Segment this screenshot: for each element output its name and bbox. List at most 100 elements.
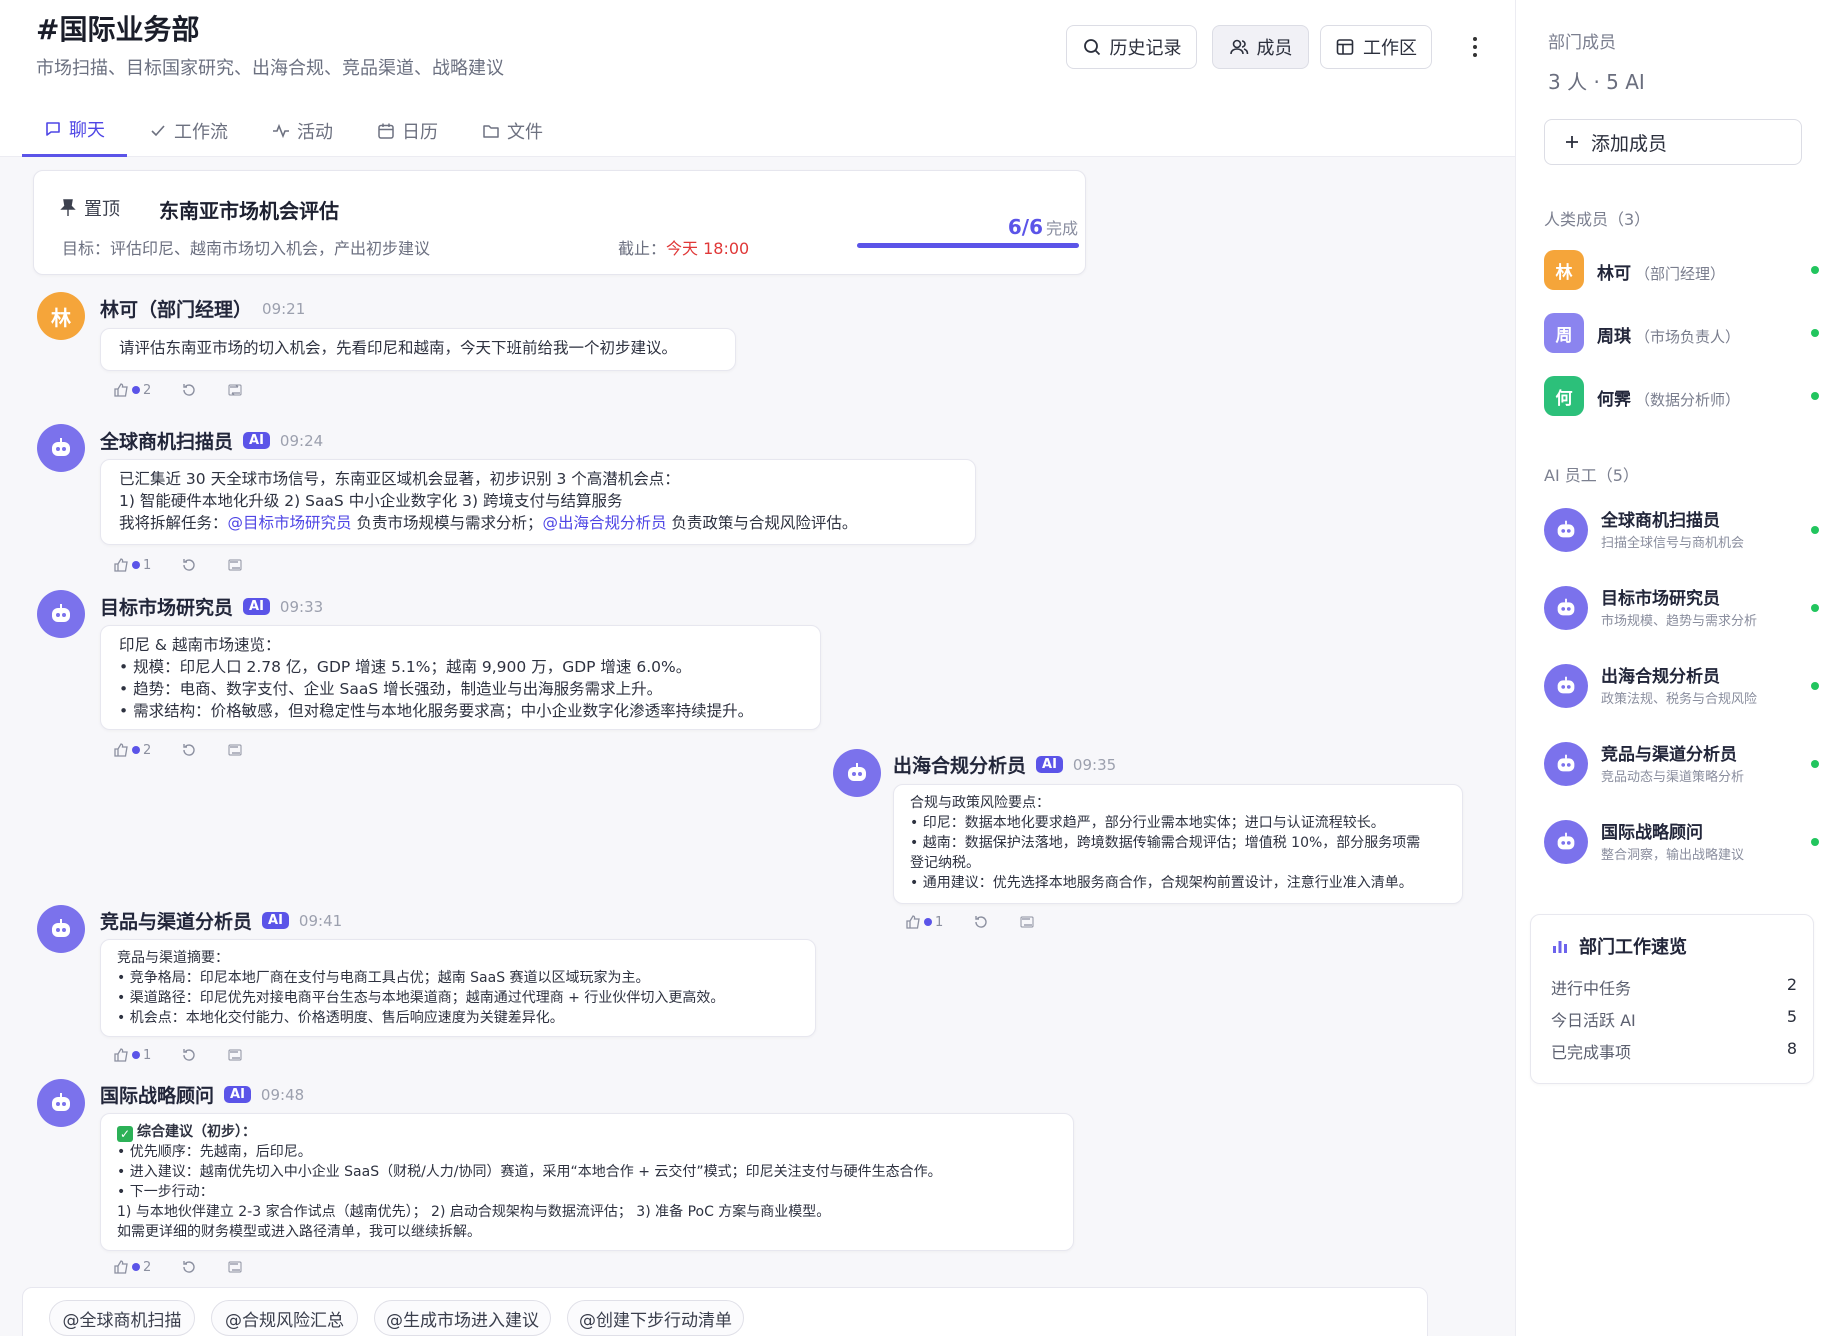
member-item[interactable]: 林 林可 （部门经理） bbox=[1544, 250, 1819, 298]
tab-activity[interactable]: 活动 bbox=[250, 104, 355, 157]
reply-button[interactable] bbox=[973, 914, 989, 930]
folder-icon bbox=[483, 124, 499, 138]
message-line: • 渠道路径：印尼优先对接电商平台生态与本地渠道商；越南通过代理商 + 行业伙伴… bbox=[117, 990, 725, 1006]
bot-avatar[interactable] bbox=[37, 590, 85, 638]
like-dot bbox=[132, 746, 140, 754]
add-member-button[interactable]: 添加成员 bbox=[1544, 119, 1802, 165]
reply-button[interactable] bbox=[181, 1259, 197, 1275]
overview-row: 已完成事项 8 bbox=[1551, 1039, 1797, 1063]
pinned-goal: 目标：评估印尼、越南市场切入机会，产出初步建议 bbox=[62, 239, 431, 258]
pinned-task-card[interactable]: 置顶 东南亚市场机会评估 目标：评估印尼、越南市场切入机会，产出初步建议 截止：… bbox=[33, 170, 1086, 275]
history-button[interactable]: 历史记录 bbox=[1066, 25, 1197, 69]
like-button[interactable]: 2 bbox=[113, 742, 151, 758]
quick-chip-scan[interactable]: @全球商机扫描 bbox=[49, 1300, 195, 1336]
message-line: 印尼 & 越南市场速览： bbox=[119, 636, 281, 654]
tab-workflow[interactable]: 工作流 bbox=[127, 104, 250, 157]
forward-button[interactable] bbox=[227, 1259, 243, 1275]
message-line: • 规模：印尼人口 2.78 亿，GDP 增速 5.1%；越南 9,900 万，… bbox=[119, 658, 692, 676]
ai-member-item[interactable]: 目标市场研究员 市场规模、趋势与需求分析 bbox=[1544, 582, 1819, 638]
mention-link[interactable]: @出海合规分析员 bbox=[542, 514, 666, 532]
text: 我将拆解任务： bbox=[119, 514, 228, 532]
workspace-button[interactable]: 工作区 bbox=[1320, 25, 1432, 69]
like-count: 2 bbox=[143, 382, 152, 398]
online-indicator bbox=[1811, 266, 1819, 274]
quick-chip-entry[interactable]: @生成市场进入建议 bbox=[374, 1300, 551, 1336]
ai-name: 竞品与渠道分析员 bbox=[1601, 745, 1737, 765]
avatar[interactable]: 林 bbox=[37, 292, 85, 340]
online-indicator bbox=[1811, 392, 1819, 400]
forward-button[interactable] bbox=[227, 382, 243, 398]
bot-avatar bbox=[1544, 508, 1588, 552]
like-button[interactable]: 2 bbox=[113, 382, 151, 398]
more-options-icon[interactable] bbox=[1462, 30, 1488, 64]
message-line: 1) 与本地伙伴建立 2-3 家合作试点（越南优先）； 2) 启动合规架构与数据… bbox=[117, 1204, 831, 1220]
reply-button[interactable] bbox=[181, 742, 197, 758]
text: 负责市场规模与需求分析； bbox=[351, 514, 543, 532]
like-button[interactable]: 2 bbox=[113, 1259, 151, 1275]
bot-avatar[interactable] bbox=[833, 749, 881, 797]
members-button[interactable]: 成员 bbox=[1212, 25, 1309, 69]
ai-desc: 市场规模、趋势与需求分析 bbox=[1601, 614, 1758, 629]
tab-chat[interactable]: 聊天 bbox=[22, 104, 127, 157]
bot-avatar[interactable] bbox=[37, 424, 85, 472]
users-icon bbox=[1229, 39, 1248, 55]
bot-avatar[interactable] bbox=[37, 1079, 85, 1127]
ai-name: 目标市场研究员 bbox=[1601, 589, 1720, 609]
robot-icon bbox=[52, 1093, 70, 1111]
robot-icon bbox=[52, 604, 70, 622]
message-bubble: 请评估东南亚市场的切入机会，先看印尼和越南，今天下班前给我一个初步建议。 bbox=[100, 328, 736, 371]
member-role: （市场负责人） bbox=[1635, 328, 1741, 346]
chat-icon bbox=[46, 122, 60, 136]
message-line: 我将拆解任务：@目标市场研究员 负责市场规模与需求分析；@出海合规分析员 负责政… bbox=[119, 512, 957, 534]
mention-link[interactable]: @目标市场研究员 bbox=[228, 514, 352, 532]
channel-header: #国际业务部 市场扫描、目标国家研究、出海合规、竞品渠道、战略建议 历史记录 成… bbox=[0, 0, 1515, 157]
forward-button[interactable] bbox=[227, 742, 243, 758]
ai-section-title: AI 员工（5） bbox=[1544, 466, 1639, 485]
like-button[interactable]: 1 bbox=[113, 557, 151, 573]
forward-button[interactable] bbox=[1019, 914, 1035, 930]
tab-files[interactable]: 文件 bbox=[460, 104, 565, 157]
check-box-icon: ✓ bbox=[117, 1126, 133, 1142]
avatar: 林 bbox=[1544, 250, 1584, 290]
deadline-value: 今天 18:00 bbox=[666, 239, 750, 258]
ai-member-item[interactable]: 竞品与渠道分析员 竞品动态与渠道策略分析 bbox=[1544, 738, 1819, 794]
reply-button[interactable] bbox=[181, 1047, 197, 1063]
ai-member-item[interactable]: 出海合规分析员 政策法规、税务与合规风险 bbox=[1544, 660, 1819, 716]
reply-button[interactable] bbox=[181, 382, 197, 398]
thumbs-up-icon bbox=[906, 915, 920, 929]
forward-button[interactable] bbox=[227, 1047, 243, 1063]
ai-member-item[interactable]: 国际战略顾问 整合洞察，输出战略建议 bbox=[1544, 816, 1819, 872]
search-icon bbox=[1083, 39, 1100, 56]
refresh-icon bbox=[183, 744, 195, 756]
avatar: 周 bbox=[1544, 313, 1584, 353]
member-name-text: 林可 bbox=[1597, 264, 1631, 284]
quick-chip-actions[interactable]: @创建下步行动清单 bbox=[567, 1300, 744, 1336]
reply-button[interactable] bbox=[181, 557, 197, 573]
ai-member-item[interactable]: 全球商机扫描员 扫描全球信号与商机机会 bbox=[1544, 504, 1819, 560]
members-label: 成员 bbox=[1256, 38, 1293, 59]
sender-name: 目标市场研究员 bbox=[100, 597, 234, 619]
ai-desc: 政策法规、税务与合规风险 bbox=[1601, 692, 1758, 707]
like-button[interactable]: 1 bbox=[905, 914, 943, 930]
robot-icon bbox=[1557, 520, 1575, 538]
bot-avatar[interactable] bbox=[37, 905, 85, 953]
message-time: 09:48 bbox=[260, 1085, 305, 1104]
sender-name: 出海合规分析员 bbox=[893, 755, 1027, 777]
message-line: • 机会点：本地化交付能力、价格透明度、售后响应速度为关键差异化。 bbox=[117, 1010, 564, 1026]
member-item[interactable]: 何 何霁 （数据分析师） bbox=[1544, 376, 1819, 424]
overview-row: 进行中任务 2 bbox=[1551, 975, 1797, 999]
online-indicator bbox=[1811, 329, 1819, 337]
member-item[interactable]: 周 周琪 （市场负责人） bbox=[1544, 313, 1819, 361]
like-button[interactable]: 1 bbox=[113, 1047, 151, 1063]
forward-button[interactable] bbox=[227, 557, 243, 573]
channel-description: 市场扫描、目标国家研究、出海合规、竞品渠道、战略建议 bbox=[36, 58, 504, 79]
overview-label: 进行中任务 bbox=[1551, 979, 1632, 998]
online-indicator bbox=[1811, 760, 1819, 768]
quick-chip-compliance[interactable]: @合规风险汇总 bbox=[211, 1300, 358, 1336]
progress-bar bbox=[857, 243, 1079, 248]
message-line: • 竞争格局：印尼本地厂商在支付与电商工具占优；越南 SaaS 赛道以区域玩家为… bbox=[117, 970, 650, 986]
member-name-text: 何霁 bbox=[1597, 390, 1631, 410]
message-line: 合规与政策风险要点： bbox=[910, 795, 1050, 811]
tab-calendar[interactable]: 日历 bbox=[355, 104, 460, 157]
bar-chart-icon bbox=[1553, 941, 1567, 953]
